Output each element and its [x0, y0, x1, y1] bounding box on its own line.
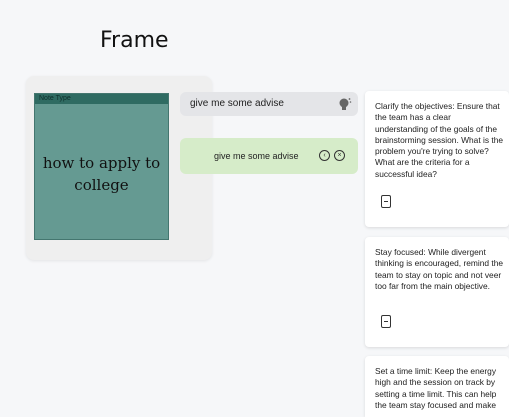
card-text: Set a time limit: Keep the energy high a…: [375, 366, 497, 410]
suggestion-chip[interactable]: give me some advise ‹ ×: [180, 138, 358, 174]
note-type-header: Note Type: [35, 94, 168, 104]
sticky-note[interactable]: Note Type how to apply to college: [34, 93, 169, 240]
advice-card[interactable]: Set a time limit: Keep the energy high a…: [365, 356, 509, 417]
reject-icon[interactable]: ×: [334, 150, 345, 161]
add-note-icon[interactable]: [381, 195, 391, 208]
advice-card[interactable]: Clarify the objectives: Ensure that the …: [365, 91, 509, 227]
add-note-icon[interactable]: [381, 315, 391, 328]
lightbulb-icon[interactable]: [338, 96, 352, 112]
note-text: how to apply to college: [42, 154, 161, 194]
card-text: Stay focused: While divergent thinking i…: [375, 247, 504, 291]
advice-card[interactable]: Stay focused: While divergent thinking i…: [365, 237, 509, 347]
prompt-input[interactable]: give me some advise: [180, 92, 358, 116]
card-text: Clarify the objectives: Ensure that the …: [375, 101, 504, 179]
suggestion-text: give me some advise: [214, 151, 299, 161]
prompt-text: give me some advise: [190, 98, 284, 109]
accept-icon[interactable]: ‹: [319, 150, 330, 161]
frame-title: Frame: [100, 28, 169, 53]
